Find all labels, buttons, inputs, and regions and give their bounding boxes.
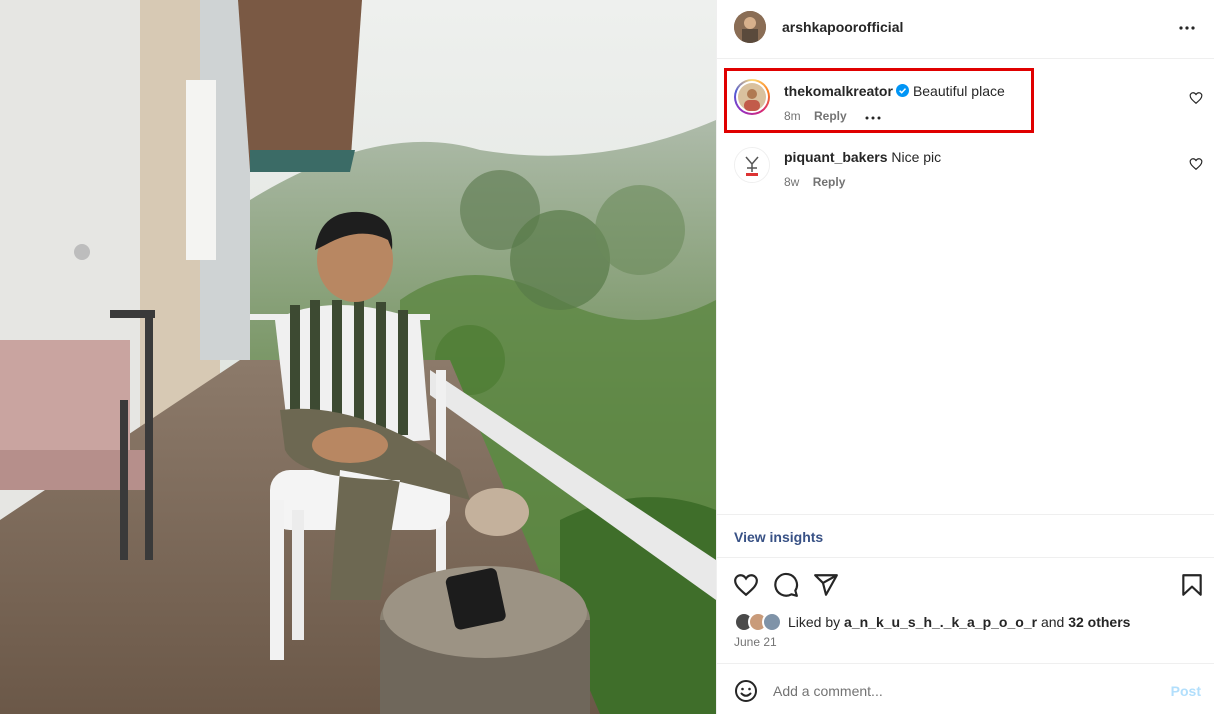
post-comment-button[interactable]: Post <box>1171 683 1201 699</box>
more-horizontal-icon[interactable] <box>1175 16 1199 40</box>
comment-meta: 8m Reply <box>784 109 892 123</box>
comment-options-icon[interactable] <box>864 112 882 122</box>
likes-summary: Liked by a_n_k_u_s_h_._k_a_p_o_o_r and 3… <box>734 612 1204 634</box>
comment-item: thekomalkreator Beautiful place 8m Reply <box>717 72 1214 132</box>
bookmark-icon[interactable] <box>1179 572 1205 598</box>
commenter-avatar-image <box>738 83 766 111</box>
likes-and: and <box>1040 614 1065 630</box>
insights-bar: View insights <box>717 514 1214 558</box>
verified-badge-icon <box>895 84 909 97</box>
post-side-panel: arshkapoorofficial thekomalkreator Beauti… <box>716 0 1214 714</box>
author-avatar[interactable] <box>734 11 766 43</box>
emoji-icon[interactable] <box>734 679 758 703</box>
likes-text: Liked by a_n_k_u_s_h_._k_a_p_o_o_r and 3… <box>788 614 1130 630</box>
commenter-avatar[interactable] <box>734 147 770 183</box>
comment-text: Nice pic <box>891 149 942 165</box>
post-photo-illustration <box>0 0 716 714</box>
view-insights-link[interactable]: View insights <box>734 529 823 545</box>
post-header: arshkapoorofficial <box>717 0 1214 59</box>
comment-line: piquant_bakers Nice pic <box>784 149 941 165</box>
liker-avatars[interactable] <box>734 612 786 632</box>
commenter-avatar-image <box>735 148 769 182</box>
post-date[interactable]: June 21 <box>734 635 777 649</box>
likes-others-link[interactable]: 32 others <box>1068 614 1130 630</box>
comment-time: 8m <box>784 109 801 123</box>
comment-text: Beautiful place <box>912 83 1005 99</box>
liker-avatar <box>762 612 782 632</box>
comment-line: thekomalkreator Beautiful place <box>784 83 1005 99</box>
comment-item: piquant_bakers Nice pic 8w Reply <box>717 138 1214 198</box>
liker-username[interactable]: a_n_k_u_s_h_._k_a_p_o_o_r <box>844 614 1037 630</box>
comment-time: 8w <box>784 175 800 189</box>
comment-like-heart-icon[interactable] <box>1189 91 1203 105</box>
post-actions <box>717 566 1214 602</box>
likes-prefix: Liked by <box>788 614 841 630</box>
reply-button[interactable]: Reply <box>813 175 846 189</box>
heart-icon[interactable] <box>733 572 759 598</box>
comment-composer: Post <box>717 663 1214 714</box>
comment-like-heart-icon[interactable] <box>1189 157 1203 171</box>
comment-username[interactable]: piquant_bakers <box>784 149 887 165</box>
author-avatar-image <box>734 11 766 43</box>
comment-meta: 8w Reply <box>784 175 855 189</box>
reply-button[interactable]: Reply <box>814 109 847 123</box>
commenter-avatar[interactable] <box>734 79 770 115</box>
author-username[interactable]: arshkapoorofficial <box>782 19 903 35</box>
post-photo[interactable] <box>0 0 716 714</box>
comment-input[interactable] <box>773 678 1143 704</box>
comment-icon[interactable] <box>773 572 799 598</box>
send-icon[interactable] <box>813 572 839 598</box>
comment-username[interactable]: thekomalkreator <box>784 83 893 99</box>
